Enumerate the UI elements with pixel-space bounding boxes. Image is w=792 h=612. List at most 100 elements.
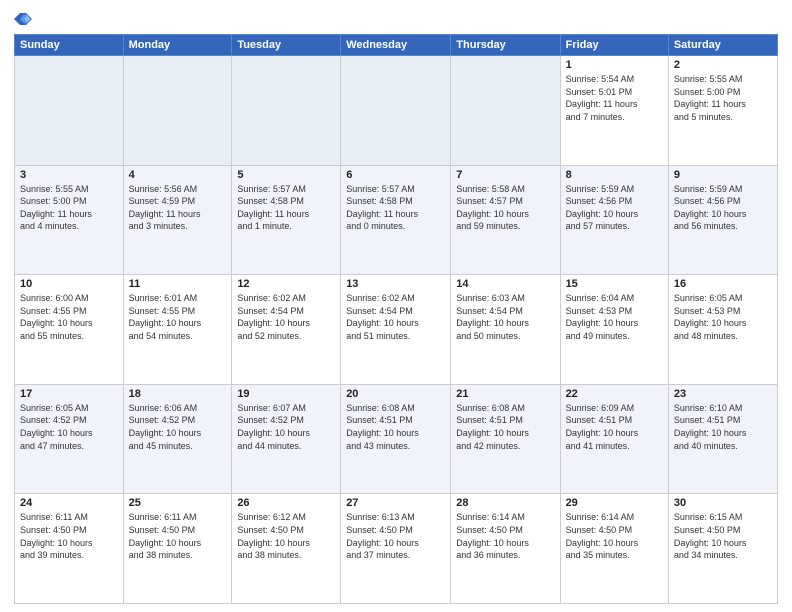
calendar-week-row: 3Sunrise: 5:55 AMSunset: 5:00 PMDaylight… (15, 165, 778, 275)
day-number: 27 (346, 497, 445, 509)
calendar-cell (341, 56, 451, 166)
calendar-header-row: SundayMondayTuesdayWednesdayThursdayFrid… (15, 35, 778, 56)
day-info: Sunrise: 5:59 AMSunset: 4:56 PMDaylight:… (566, 183, 663, 233)
day-info: Sunrise: 6:12 AMSunset: 4:50 PMDaylight:… (237, 511, 335, 561)
calendar-cell: 26 Sunrise: 6:12 AMSunset: 4:50 PMDayligh… (232, 494, 341, 604)
day-number: 8 (566, 169, 663, 181)
calendar-cell: 9 Sunrise: 5:59 AMSunset: 4:56 PMDaylight… (668, 165, 777, 275)
calendar-week-row: 10 Sunrise: 6:00 AMSunset: 4:55 PMDayligh… (15, 275, 778, 385)
weekday-header: Thursday (451, 35, 560, 56)
day-number: 23 (674, 388, 772, 400)
calendar-cell: 21Sunrise: 6:08 AMSunset: 4:51 PMDayligh… (451, 384, 560, 494)
day-info: Sunrise: 5:58 AMSunset: 4:57 PMDaylight:… (456, 183, 554, 233)
calendar-cell: 4Sunrise: 5:56 AMSunset: 4:59 PMDaylight… (123, 165, 232, 275)
logo-icon (14, 10, 32, 28)
day-info: Sunrise: 6:11 AMSunset: 4:50 PMDaylight:… (20, 511, 118, 561)
day-info: Sunrise: 5:56 AMSunset: 4:59 PMDaylight:… (129, 183, 227, 233)
calendar-cell: 30 Sunrise: 6:15 AMSunset: 4:50 PMDayligh… (668, 494, 777, 604)
day-number: 5 (237, 169, 335, 181)
day-info: Sunrise: 6:11 AMSunset: 4:50 PMDaylight:… (129, 511, 227, 561)
day-info: Sunrise: 6:07 AMSunset: 4:52 PMDaylight:… (237, 402, 335, 452)
weekday-header: Friday (560, 35, 668, 56)
day-number: 2 (674, 59, 772, 71)
weekday-header: Monday (123, 35, 232, 56)
calendar-week-row: 17 Sunrise: 6:05 AMSunset: 4:52 PMDayligh… (15, 384, 778, 494)
day-number: 11 (129, 278, 227, 290)
calendar-cell: 10 Sunrise: 6:00 AMSunset: 4:55 PMDayligh… (15, 275, 124, 385)
calendar-cell: 11 Sunrise: 6:01 AMSunset: 4:55 PMDayligh… (123, 275, 232, 385)
day-info: Sunrise: 6:08 AMSunset: 4:51 PMDaylight:… (456, 402, 554, 452)
day-number: 20 (346, 388, 445, 400)
day-info: Sunrise: 6:01 AMSunset: 4:55 PMDaylight:… (129, 292, 227, 342)
calendar-cell: 27Sunrise: 6:13 AMSunset: 4:50 PMDayligh… (341, 494, 451, 604)
day-info: Sunrise: 5:55 AMSunset: 5:00 PMDaylight:… (674, 73, 772, 123)
day-number: 18 (129, 388, 227, 400)
weekday-header: Wednesday (341, 35, 451, 56)
calendar-cell: 29 Sunrise: 6:14 AMSunset: 4:50 PMDayligh… (560, 494, 668, 604)
day-info: Sunrise: 5:55 AMSunset: 5:00 PMDaylight:… (20, 183, 118, 233)
day-number: 1 (566, 59, 663, 71)
day-number: 12 (237, 278, 335, 290)
day-number: 22 (566, 388, 663, 400)
day-info: Sunrise: 6:03 AMSunset: 4:54 PMDaylight:… (456, 292, 554, 342)
calendar-cell (451, 56, 560, 166)
calendar-cell: 17 Sunrise: 6:05 AMSunset: 4:52 PMDayligh… (15, 384, 124, 494)
day-number: 15 (566, 278, 663, 290)
day-number: 13 (346, 278, 445, 290)
calendar-cell: 15 Sunrise: 6:04 AMSunset: 4:53 PMDayligh… (560, 275, 668, 385)
calendar-week-row: 24Sunrise: 6:11 AMSunset: 4:50 PMDayligh… (15, 494, 778, 604)
calendar-cell: 2 Sunrise: 5:55 AMSunset: 5:00 PMDaylight… (668, 56, 777, 166)
calendar-cell: 18 Sunrise: 6:06 AMSunset: 4:52 PMDayligh… (123, 384, 232, 494)
calendar-cell: 16 Sunrise: 6:05 AMSunset: 4:53 PMDayligh… (668, 275, 777, 385)
calendar-cell: 5 Sunrise: 5:57 AMSunset: 4:58 PMDaylight… (232, 165, 341, 275)
day-number: 30 (674, 497, 772, 509)
day-info: Sunrise: 5:57 AMSunset: 4:58 PMDaylight:… (237, 183, 335, 233)
calendar-cell: 13 Sunrise: 6:02 AMSunset: 4:54 PMDayligh… (341, 275, 451, 385)
calendar-cell: 23 Sunrise: 6:10 AMSunset: 4:51 PMDayligh… (668, 384, 777, 494)
logo-area (14, 10, 36, 28)
day-number: 16 (674, 278, 772, 290)
day-info: Sunrise: 6:15 AMSunset: 4:50 PMDaylight:… (674, 511, 772, 561)
day-info: Sunrise: 6:00 AMSunset: 4:55 PMDaylight:… (20, 292, 118, 342)
day-info: Sunrise: 6:14 AMSunset: 4:50 PMDaylight:… (456, 511, 554, 561)
calendar-table: SundayMondayTuesdayWednesdayThursdayFrid… (14, 34, 778, 604)
day-number: 29 (566, 497, 663, 509)
calendar-cell: 8 Sunrise: 5:59 AMSunset: 4:56 PMDaylight… (560, 165, 668, 275)
day-info: Sunrise: 6:06 AMSunset: 4:52 PMDaylight:… (129, 402, 227, 452)
calendar-cell (15, 56, 124, 166)
calendar-cell: 28Sunrise: 6:14 AMSunset: 4:50 PMDayligh… (451, 494, 560, 604)
calendar-cell: 3Sunrise: 5:55 AMSunset: 5:00 PMDaylight… (15, 165, 124, 275)
calendar-cell (232, 56, 341, 166)
weekday-header: Tuesday (232, 35, 341, 56)
day-info: Sunrise: 6:02 AMSunset: 4:54 PMDaylight:… (346, 292, 445, 342)
weekday-header: Sunday (15, 35, 124, 56)
calendar-cell: 24Sunrise: 6:11 AMSunset: 4:50 PMDayligh… (15, 494, 124, 604)
day-number: 6 (346, 169, 445, 181)
day-info: Sunrise: 6:08 AMSunset: 4:51 PMDaylight:… (346, 402, 445, 452)
weekday-header: Saturday (668, 35, 777, 56)
day-info: Sunrise: 6:04 AMSunset: 4:53 PMDaylight:… (566, 292, 663, 342)
day-info: Sunrise: 5:59 AMSunset: 4:56 PMDaylight:… (674, 183, 772, 233)
day-info: Sunrise: 6:02 AMSunset: 4:54 PMDaylight:… (237, 292, 335, 342)
day-info: Sunrise: 6:10 AMSunset: 4:51 PMDaylight:… (674, 402, 772, 452)
calendar-cell: 22Sunrise: 6:09 AMSunset: 4:51 PMDayligh… (560, 384, 668, 494)
day-info: Sunrise: 6:05 AMSunset: 4:52 PMDaylight:… (20, 402, 118, 452)
day-number: 26 (237, 497, 335, 509)
calendar-cell: 1 Sunrise: 5:54 AMSunset: 5:01 PMDaylight… (560, 56, 668, 166)
calendar-cell: 14 Sunrise: 6:03 AMSunset: 4:54 PMDayligh… (451, 275, 560, 385)
day-number: 17 (20, 388, 118, 400)
calendar-cell: 19Sunrise: 6:07 AMSunset: 4:52 PMDayligh… (232, 384, 341, 494)
day-info: Sunrise: 6:14 AMSunset: 4:50 PMDaylight:… (566, 511, 663, 561)
calendar-week-row: 1 Sunrise: 5:54 AMSunset: 5:01 PMDaylight… (15, 56, 778, 166)
day-info: Sunrise: 5:57 AMSunset: 4:58 PMDaylight:… (346, 183, 445, 233)
day-number: 14 (456, 278, 554, 290)
calendar-cell: 12 Sunrise: 6:02 AMSunset: 4:54 PMDayligh… (232, 275, 341, 385)
day-number: 10 (20, 278, 118, 290)
day-number: 9 (674, 169, 772, 181)
header (14, 10, 778, 28)
day-info: Sunrise: 6:05 AMSunset: 4:53 PMDaylight:… (674, 292, 772, 342)
day-info: Sunrise: 5:54 AMSunset: 5:01 PMDaylight:… (566, 73, 663, 123)
day-number: 7 (456, 169, 554, 181)
logo (14, 10, 36, 28)
page: SundayMondayTuesdayWednesdayThursdayFrid… (0, 0, 792, 612)
